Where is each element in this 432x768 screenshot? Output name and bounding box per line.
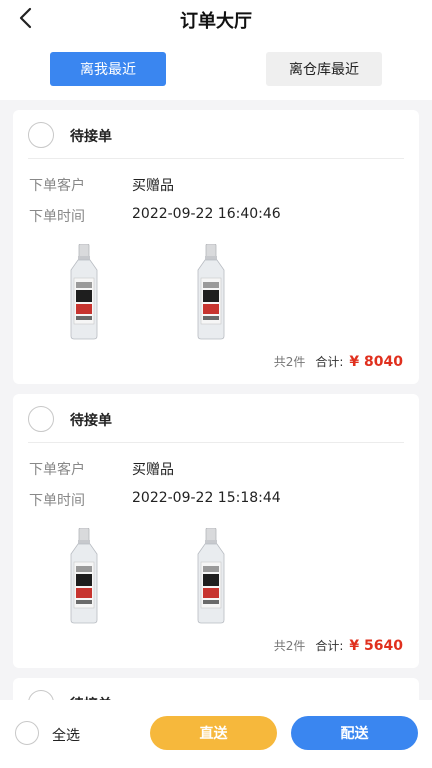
- total-label: 合计:: [315, 639, 344, 653]
- customer-label: 下单客户: [29, 462, 85, 478]
- order-card[interactable]: 待接单 下单客户 买赠品 下单时间 2022-09-22 16:40:46 共2…: [13, 110, 419, 384]
- total-label: 合计:: [315, 355, 344, 369]
- sort-near-warehouse-button[interactable]: 离仓库最近: [266, 52, 382, 86]
- customer-value: 买赠品: [132, 462, 174, 478]
- order-select-radio[interactable]: [28, 122, 54, 148]
- select-all-radio[interactable]: [15, 721, 39, 745]
- action-bar: 全选 直送 配送: [0, 700, 432, 768]
- select-all-label[interactable]: 全选: [52, 725, 80, 745]
- order-summary: 共2件 合计: ¥ 5640: [274, 637, 403, 654]
- time-label: 下单时间: [29, 493, 85, 509]
- order-summary: 共2件 合计: ¥ 8040: [274, 353, 403, 370]
- order-status: 待接单: [70, 413, 112, 429]
- product-bottle-image: [197, 244, 225, 340]
- product-bottle-image: [70, 528, 98, 624]
- order-status: 待接单: [70, 129, 112, 145]
- item-count: 共2件: [273, 639, 306, 653]
- total-price: ¥ 5640: [349, 638, 403, 654]
- divider: [28, 158, 404, 159]
- total-price: ¥ 8040: [349, 354, 403, 370]
- order-card[interactable]: 待接单 下单客户 买赠品 下单时间 2022-09-22 15:18:44 共2…: [13, 394, 419, 668]
- page-title: 订单大厅: [180, 11, 252, 32]
- time-value: 2022-09-22 15:18:44: [132, 490, 281, 506]
- header: 订单大厅 离我最近 离仓库最近: [0, 0, 432, 100]
- time-value: 2022-09-22 16:40:46: [132, 206, 281, 222]
- direct-delivery-button[interactable]: 直送: [150, 716, 277, 750]
- product-bottle-image: [197, 528, 225, 624]
- product-bottle-image: [70, 244, 98, 340]
- delivery-button[interactable]: 配送: [291, 716, 418, 750]
- divider: [28, 442, 404, 443]
- time-label: 下单时间: [29, 209, 85, 225]
- customer-value: 买赠品: [132, 178, 174, 194]
- customer-label: 下单客户: [29, 178, 85, 194]
- sort-near-me-button[interactable]: 离我最近: [50, 52, 166, 86]
- item-count: 共2件: [273, 355, 306, 369]
- order-select-radio[interactable]: [28, 406, 54, 432]
